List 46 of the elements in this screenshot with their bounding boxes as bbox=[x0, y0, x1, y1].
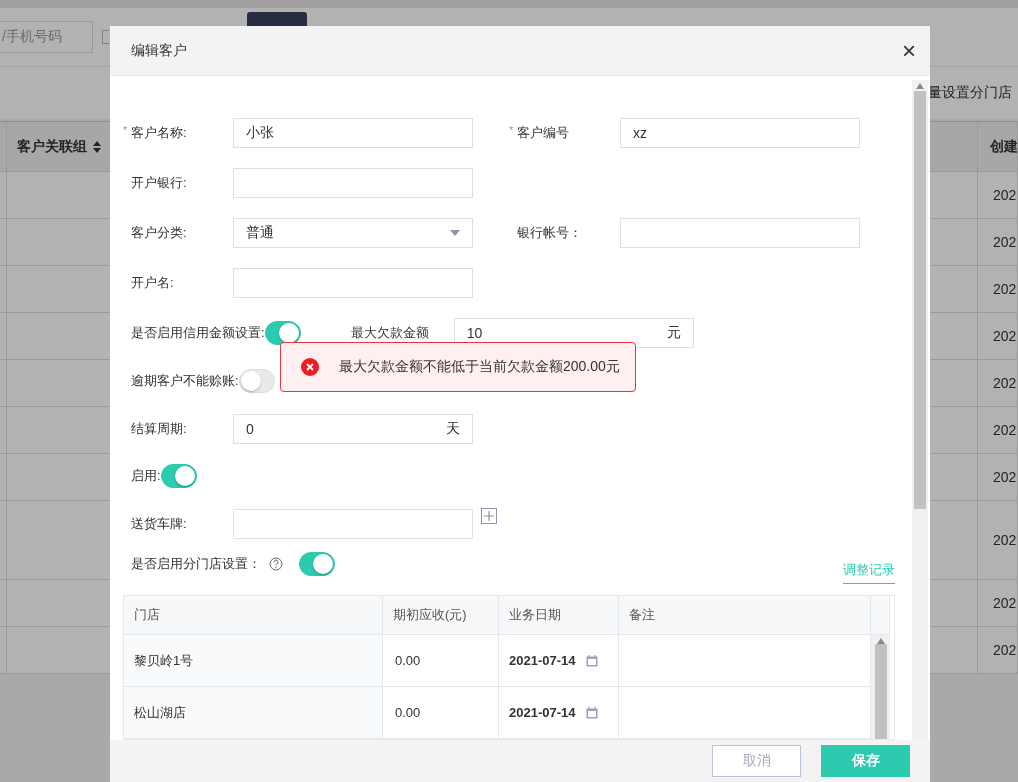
field-label: 是否启用分门店设置： bbox=[130, 555, 261, 573]
date-field[interactable]: 2021-07-14 bbox=[499, 635, 619, 687]
amount-field[interactable]: 0.00 bbox=[383, 687, 499, 739]
date-field[interactable]: 2021-07-14 bbox=[499, 687, 619, 739]
dialog-title: 编辑客户 bbox=[131, 41, 187, 60]
table-cell: 202 bbox=[978, 454, 1018, 501]
required-mark: * bbox=[509, 124, 514, 136]
field-label: 最大欠款金额 bbox=[349, 324, 430, 342]
table-cell: 202 bbox=[978, 580, 1018, 627]
table-cell: 202 bbox=[978, 501, 1018, 580]
close-button[interactable]: × bbox=[902, 38, 916, 63]
category-select[interactable]: 普通 bbox=[233, 218, 473, 248]
field-label: 结算周期: bbox=[130, 419, 188, 438]
field-label: 逾期客户不能赊账: bbox=[130, 371, 239, 390]
number-field[interactable]: 0 天 bbox=[233, 413, 473, 444]
table-cell: 202 bbox=[978, 313, 1018, 360]
field-label: 启用: bbox=[130, 467, 161, 486]
table-cell: 黎贝岭1号 bbox=[124, 635, 383, 687]
table-cell: 202 bbox=[978, 407, 1018, 454]
field-label: 开户名: bbox=[130, 274, 175, 292]
field-label: 开户银行: bbox=[130, 174, 188, 192]
table-cell: 202 bbox=[978, 219, 1018, 266]
date-text: 2021-07-14 bbox=[509, 653, 576, 668]
table-cell: 202 bbox=[978, 172, 1018, 219]
text-field[interactable]: 小张 bbox=[233, 118, 473, 148]
field-label: * 客户编号 bbox=[509, 124, 570, 142]
toolbar-link[interactable]: 量设置分门店 bbox=[928, 84, 1012, 102]
field-label: 是否启用信用金额设置: bbox=[130, 324, 265, 342]
table-cell: 202 bbox=[978, 360, 1018, 407]
error-message: 最大欠款金额不能低于当前欠款金额200.00元 bbox=[339, 358, 620, 376]
table-cell: 松山湖店 bbox=[124, 687, 383, 739]
column-header: 备注 bbox=[619, 596, 871, 635]
field-label: 客户分类: bbox=[130, 224, 188, 242]
table-cell: 202 bbox=[978, 266, 1018, 313]
required-mark: * bbox=[123, 124, 128, 136]
column-header[interactable]: 创建 bbox=[978, 122, 1018, 172]
table-cell: 202 bbox=[978, 627, 1018, 674]
field-label: * 客户名称: bbox=[123, 124, 188, 142]
date-text: 2021-07-14 bbox=[509, 705, 576, 720]
column-header: 期初应收(元) bbox=[383, 596, 499, 635]
text-field[interactable]: xz bbox=[620, 118, 860, 148]
field-label: 送货车牌: bbox=[130, 515, 188, 533]
field-label: 银行帐号： bbox=[516, 224, 583, 242]
column-header: 门店 bbox=[124, 596, 383, 635]
amount-field[interactable]: 0.00 bbox=[383, 635, 499, 687]
column-header: 业务日期 bbox=[499, 596, 619, 635]
